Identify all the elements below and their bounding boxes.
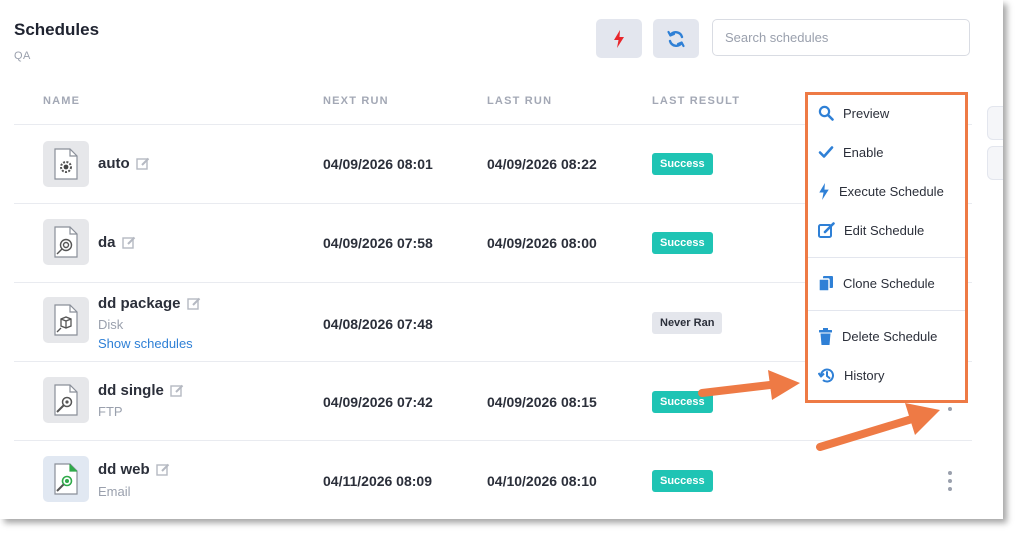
schedules-panel: Schedules QA NAME NEXT RUN LAST RUN LAST… xyxy=(0,0,1003,519)
annotation-arrows xyxy=(698,370,940,451)
annotation-arrow-icon xyxy=(698,370,800,400)
annotation-arrow-icon xyxy=(816,403,940,451)
